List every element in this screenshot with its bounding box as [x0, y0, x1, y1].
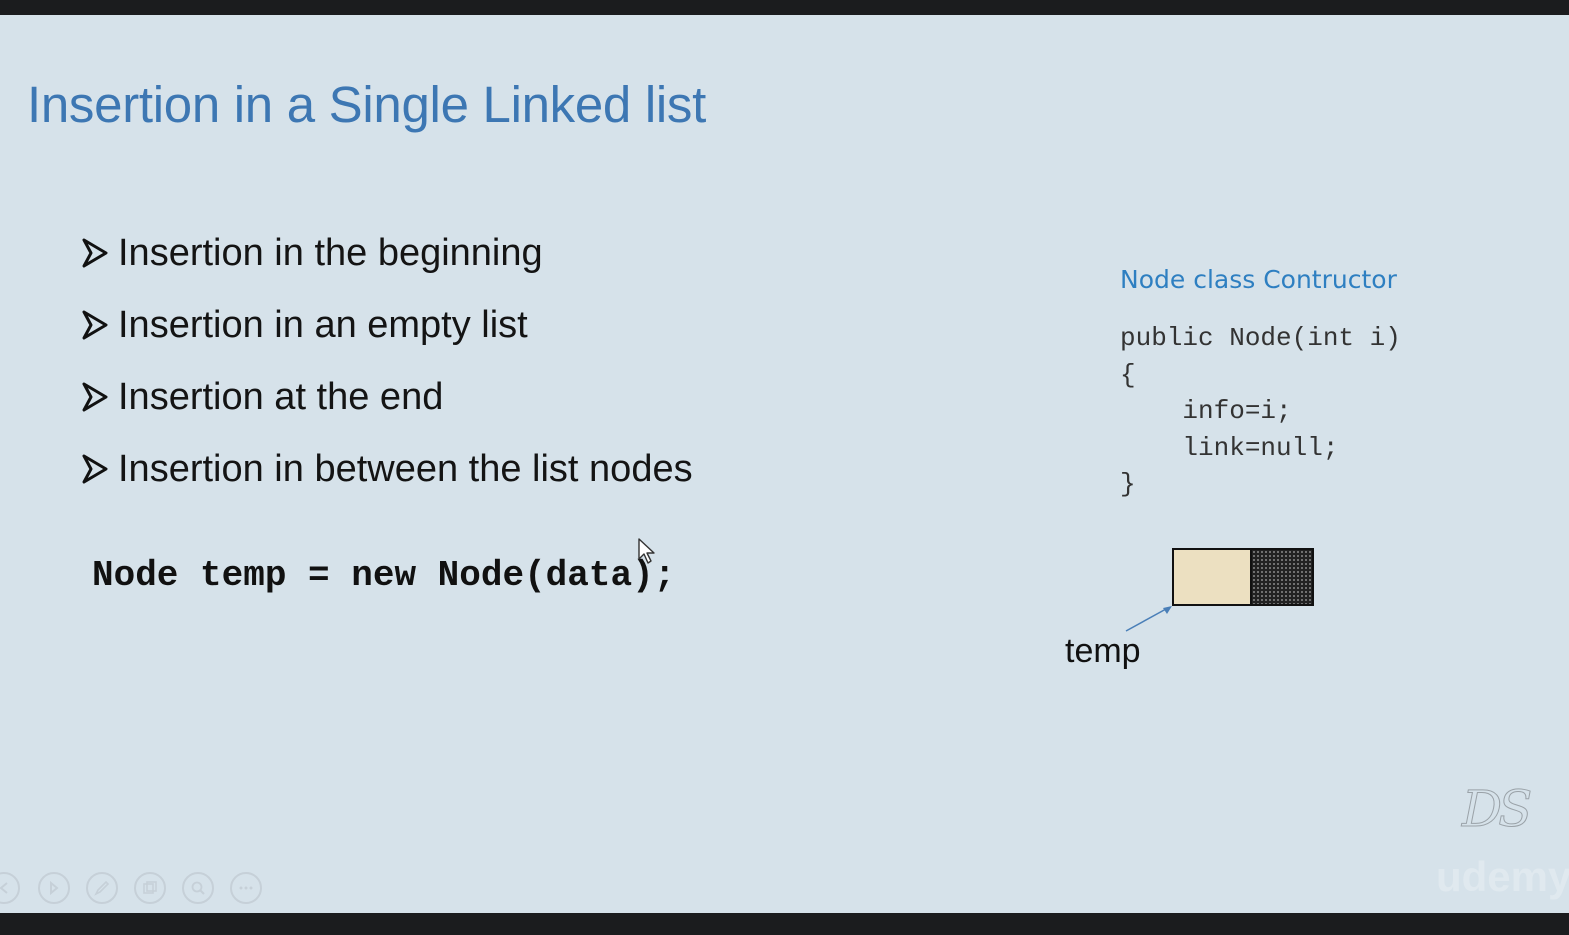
node-creation-code: Node temp = new Node(data); [92, 555, 676, 596]
slide: Insertion in a Single Linked list Insert… [0, 15, 1569, 913]
list-item: Insertion in between the list nodes [82, 433, 693, 505]
code-line: } [1120, 469, 1136, 499]
pen-icon[interactable] [86, 872, 118, 904]
udemy-watermark: udemy [1436, 853, 1569, 900]
pointer-label: temp [1065, 632, 1141, 670]
bullet-label: Insertion in the beginning [118, 231, 543, 274]
bullet-label: Insertion in between the list nodes [118, 447, 693, 490]
arrowhead-bullet-icon [82, 454, 108, 484]
node-diagram [1172, 548, 1314, 606]
bullet-list: Insertion in the beginning Insertion in … [82, 217, 693, 505]
next-slide-icon[interactable] [38, 872, 70, 904]
list-item: Insertion in an empty list [82, 289, 693, 361]
constructor-code: public Node(int i) { info=i; link=null; … [1120, 320, 1401, 503]
pointer-arrow-icon [1125, 606, 1172, 632]
list-item: Insertion at the end [82, 361, 693, 433]
arrowhead-bullet-icon [82, 310, 108, 340]
code-line: link=null; [1120, 432, 1339, 463]
slides-grid-icon[interactable] [134, 872, 166, 904]
more-options-icon[interactable] [230, 872, 262, 904]
mouse-cursor-icon [638, 538, 655, 564]
arrowhead-bullet-icon [82, 238, 108, 268]
bullet-label: Insertion in an empty list [118, 303, 528, 346]
ds-logo: DS [1461, 780, 1532, 839]
arrowhead-bullet-icon [82, 382, 108, 412]
presentation-controls [0, 872, 280, 908]
list-item: Insertion in the beginning [82, 217, 693, 289]
previous-slide-icon[interactable] [0, 872, 20, 904]
code-line: info=i; [1120, 396, 1292, 426]
node-link-part [1252, 550, 1312, 604]
zoom-icon[interactable] [182, 872, 214, 904]
constructor-heading: Node class Contructor [1120, 265, 1397, 294]
slide-title: Insertion in a Single Linked list [27, 76, 706, 133]
code-line: { [1120, 359, 1136, 390]
bullet-label: Insertion at the end [118, 375, 444, 418]
node-info-part [1174, 550, 1252, 604]
code-line: public Node(int i) [1120, 323, 1401, 353]
